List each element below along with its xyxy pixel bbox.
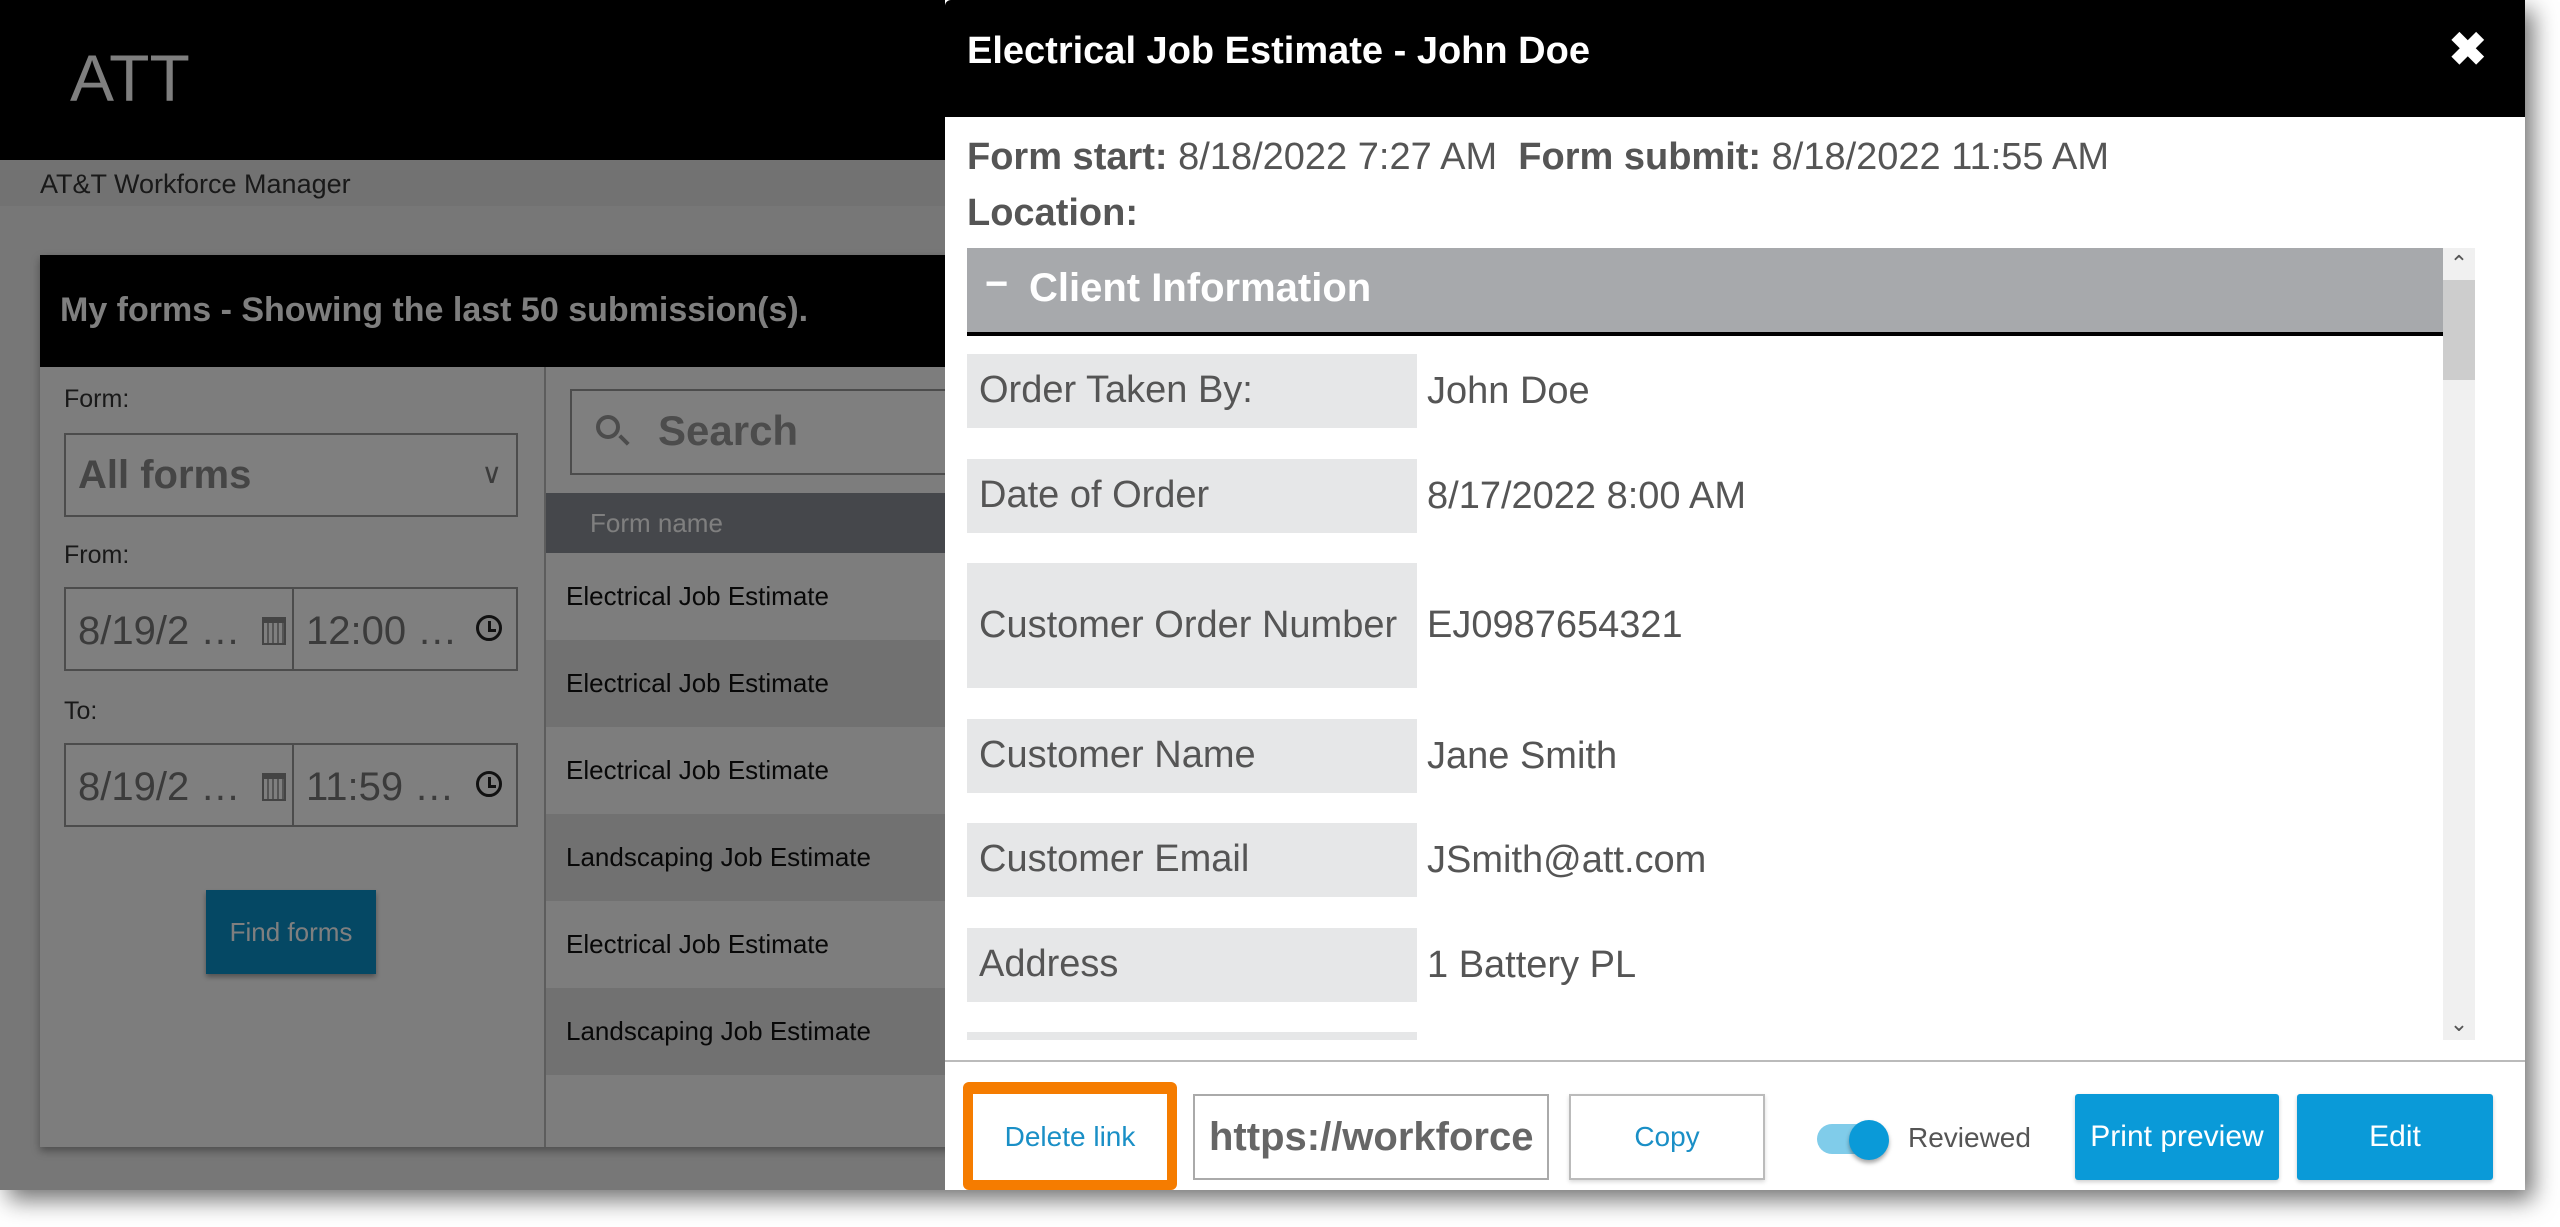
form-start-label: Form start: — [967, 136, 1168, 178]
section-header-client-information[interactable]: − Client Information — [967, 248, 2470, 336]
reviewed-toggle[interactable] — [1817, 1120, 1889, 1160]
field-label: Order Taken By: — [967, 354, 1417, 428]
close-icon[interactable]: ✖ — [2448, 22, 2487, 76]
scroll-down-icon[interactable]: ⌄ — [2443, 1008, 2475, 1040]
field-label: Date of Order — [967, 459, 1417, 533]
toggle-knob — [1849, 1120, 1889, 1160]
field-label: Address — [967, 928, 1417, 1002]
field-label: Customer Name — [967, 719, 1417, 793]
form-submit-label: Form submit: — [1518, 136, 1762, 178]
field-value: 1 Battery PL — [1427, 943, 1637, 986]
form-detail-dialog: Electrical Job Estimate - John Doe ✖ For… — [945, 0, 2525, 1190]
reviewed-label: Reviewed — [1908, 1122, 2031, 1153]
dialog-footer: Delete link Copy Reviewed Print preview … — [945, 1060, 2525, 1190]
scroll-thumb[interactable] — [2443, 280, 2475, 380]
screen: ATT AT&T Workforce Manager My forms - Sh… — [0, 0, 2525, 1190]
share-link-input[interactable] — [1193, 1094, 1549, 1180]
form-submit-value: 8/18/2022 11:55 AM — [1771, 136, 2109, 178]
field-value: John Doe — [1427, 369, 1590, 412]
delete-link-button[interactable]: Delete link — [973, 1094, 1167, 1180]
collapse-icon[interactable]: − — [985, 262, 1008, 307]
form-times: Form start: 8/18/2022 7:27 AM Form submi… — [967, 136, 2109, 179]
field-label: Customer Order Number — [967, 563, 1417, 688]
dialog-title: Electrical Job Estimate - John Doe — [967, 30, 1590, 72]
edit-button[interactable]: Edit — [2297, 1094, 2493, 1180]
print-preview-button[interactable]: Print preview — [2075, 1094, 2279, 1180]
field-value: EJ0987654321 — [1427, 604, 1683, 646]
field-value: JSmith@att.com — [1427, 838, 1707, 881]
form-content: − Client Information Order Taken By: Joh… — [967, 248, 2475, 1040]
form-start-value: 8/18/2022 7:27 AM — [1178, 136, 1498, 178]
field-label: Customer Email — [967, 823, 1417, 897]
field-value: Jane Smith — [1427, 734, 1618, 777]
location-label: Location: — [967, 192, 1138, 234]
field-value: 8/17/2022 8:00 AM — [1427, 474, 1747, 517]
content-scrollbar[interactable]: ⌃ ⌄ — [2443, 248, 2475, 1040]
scroll-up-icon[interactable]: ⌃ — [2443, 248, 2475, 280]
field-label-partial — [967, 1032, 1417, 1040]
copy-button[interactable]: Copy — [1569, 1094, 1765, 1180]
location-line: Location: — [967, 192, 1138, 235]
dialog-header: Electrical Job Estimate - John Doe ✖ — [945, 0, 2525, 117]
section-title: Client Information — [1029, 266, 1372, 310]
